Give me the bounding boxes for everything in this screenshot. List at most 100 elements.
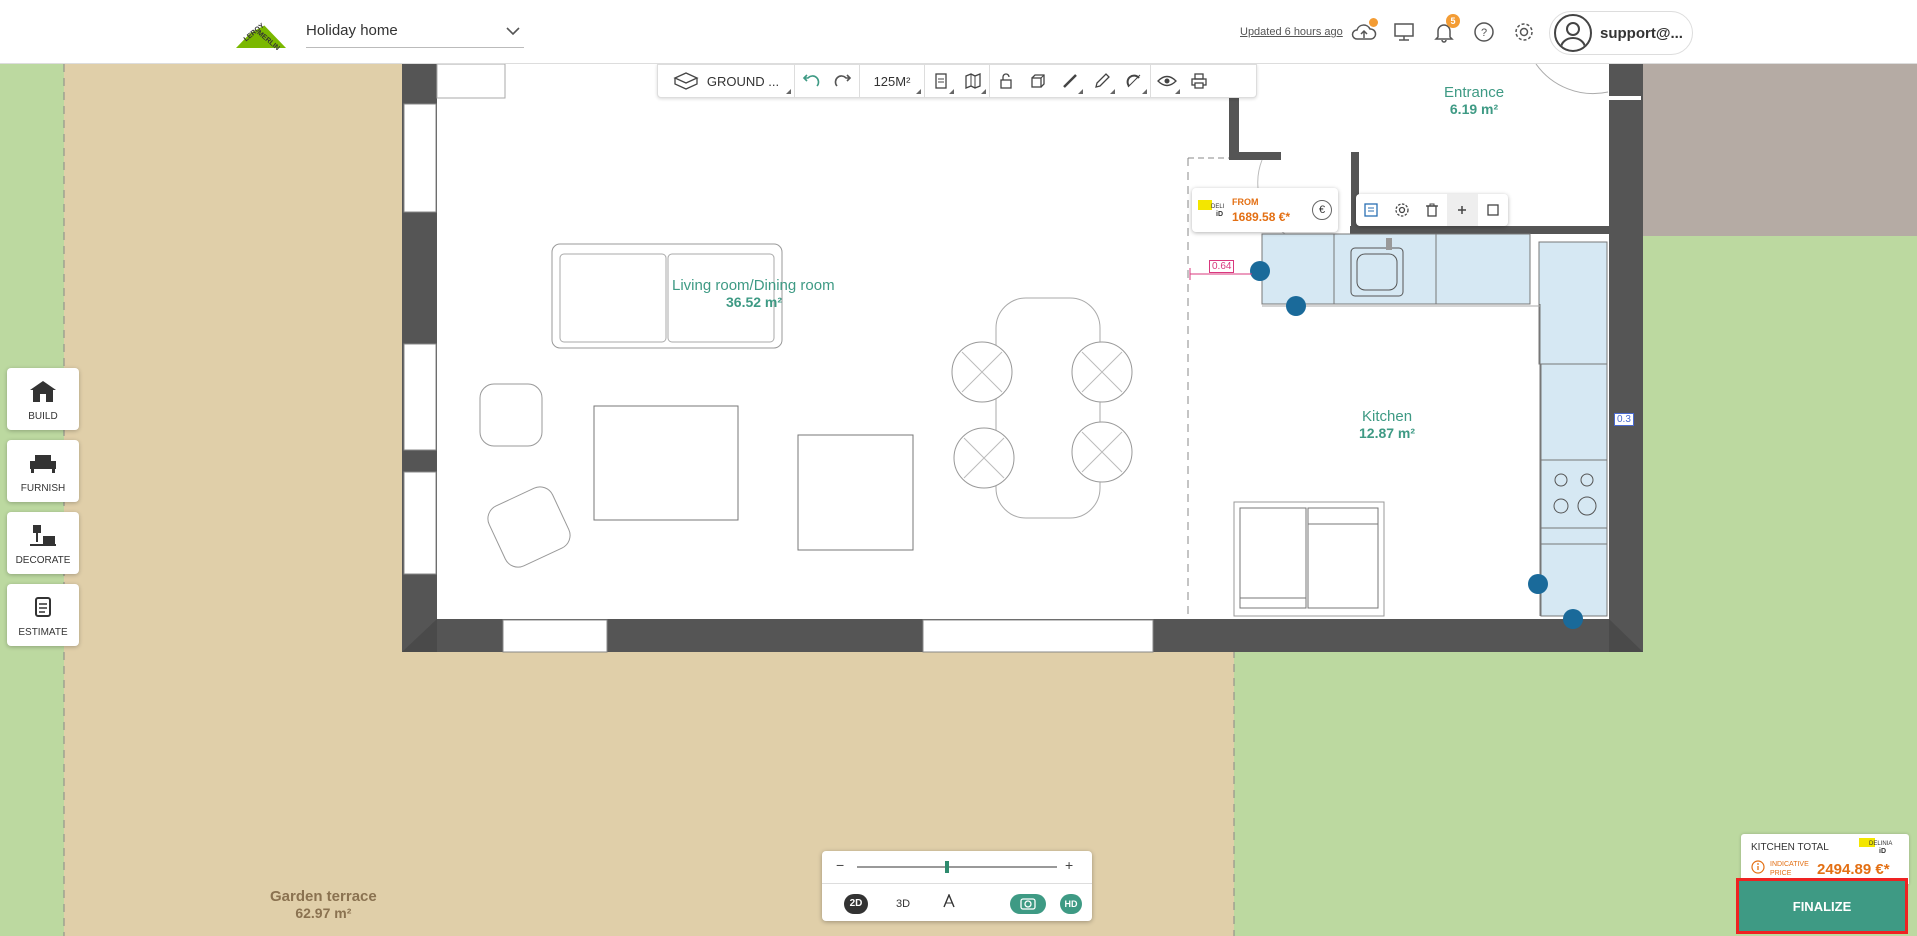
- floor-plan: [0, 64, 1917, 936]
- furnish-button[interactable]: FURNISH: [7, 440, 79, 502]
- cloud-save-button[interactable]: [1350, 18, 1378, 46]
- item-settings-button[interactable]: [1386, 194, 1416, 226]
- finalize-button[interactable]: FINALIZE: [1736, 878, 1908, 934]
- gear-icon: [1515, 23, 1533, 41]
- undo-icon: [802, 74, 820, 87]
- zoom-slider-thumb[interactable]: [945, 861, 949, 873]
- map-button[interactable]: [957, 64, 989, 98]
- room-label-living[interactable]: Living room/Dining room: [672, 277, 835, 294]
- pen-button[interactable]: [1086, 64, 1118, 98]
- room-label-kitchen[interactable]: Kitchen 12.87 m²: [1359, 408, 1415, 441]
- avatar: [1554, 14, 1592, 52]
- updated-link[interactable]: Updated 6 hours ago: [1240, 26, 1343, 38]
- decorate-label: DECORATE: [15, 555, 71, 566]
- notification-badge: 5: [1446, 14, 1460, 28]
- chevron-down-icon: [506, 27, 520, 36]
- zoom-slider[interactable]: [857, 861, 1057, 873]
- user-icon: [1560, 22, 1586, 49]
- view-2d-button[interactable]: 2D: [844, 894, 868, 914]
- help-icon: ?: [1474, 22, 1494, 42]
- monitor-icon: [1394, 23, 1414, 41]
- document-button[interactable]: [925, 64, 957, 98]
- print-button[interactable]: [1183, 64, 1215, 98]
- resize-item-button[interactable]: [1478, 194, 1508, 226]
- measurement-left[interactable]: 0.64: [1209, 260, 1235, 273]
- unsaved-dot: [1369, 18, 1378, 27]
- selection-handle: [1528, 574, 1548, 594]
- compass-icon: [943, 893, 955, 908]
- item-price-popup[interactable]: DELINIAiD FROM 1689.58 €* €: [1192, 188, 1338, 232]
- room-name: Living room/Dining room: [672, 277, 835, 294]
- document-icon: [935, 73, 947, 89]
- replace-item-button[interactable]: [1356, 194, 1386, 226]
- kitchen-total-label: KITCHEN TOTAL: [1751, 842, 1829, 853]
- delete-item-button[interactable]: [1417, 194, 1447, 226]
- house-icon: [30, 381, 56, 402]
- camera-icon: [1020, 898, 1036, 910]
- undo-button[interactable]: [795, 64, 827, 98]
- floor-selector[interactable]: GROUND ...: [658, 64, 794, 98]
- kitchen-total-price: 2494.89 €*: [1817, 861, 1890, 878]
- app-header: LEROY MERLIN Holiday home Updated 6 hour…: [0, 0, 1917, 64]
- presentation-button[interactable]: [1390, 18, 1418, 46]
- lamp-icon: [30, 525, 56, 546]
- item-actions: [1356, 194, 1508, 226]
- info-icon[interactable]: [1751, 860, 1765, 874]
- view-3d-button[interactable]: 3D: [896, 894, 910, 914]
- from-label: FROM: [1232, 197, 1259, 207]
- floor-label: GROUND ...: [706, 73, 780, 89]
- kitchen-total-panel: KITCHEN TOTAL DELINIA iD INDICATIVE PRICE…: [1741, 834, 1909, 884]
- zoom-in-button[interactable]: +: [1065, 857, 1073, 873]
- furnish-label: FURNISH: [20, 483, 66, 494]
- item-price: 1689.58 €*: [1232, 210, 1291, 224]
- selection-handle: [1286, 296, 1306, 316]
- area-label: 125M²: [873, 73, 911, 89]
- leroy-merlin-logo[interactable]: LEROY MERLIN: [234, 16, 288, 50]
- room-area: 36.52 m²: [726, 294, 783, 310]
- magnet-icon: [1126, 74, 1141, 88]
- estimate-button[interactable]: ESTIMATE: [7, 584, 79, 646]
- visibility-button[interactable]: [1151, 64, 1183, 98]
- build-button[interactable]: BUILD: [7, 368, 79, 430]
- redo-button[interactable]: [827, 64, 859, 98]
- room-name: Garden terrace: [270, 888, 377, 905]
- sofa-icon: [30, 455, 56, 473]
- settings-button[interactable]: [1510, 18, 1538, 46]
- plan-canvas[interactable]: Living room/Dining room 36.52 m² Entranc…: [0, 64, 1917, 936]
- add-item-button[interactable]: [1447, 194, 1478, 226]
- decorate-button[interactable]: DECORATE: [7, 512, 79, 574]
- area-button[interactable]: 125M²: [860, 64, 924, 98]
- price-details-button[interactable]: €: [1312, 200, 1332, 220]
- gear-icon: [1394, 203, 1409, 217]
- view-panel: − + 2D 3D HD: [822, 851, 1092, 921]
- zoom-out-button[interactable]: −: [836, 857, 844, 873]
- walls-button[interactable]: [1022, 64, 1054, 98]
- snapshot-button[interactable]: [1010, 894, 1046, 914]
- svg-text:iD: iD: [1879, 848, 1886, 854]
- svg-text:DELINIA: DELINIA: [1869, 841, 1892, 847]
- selection-handle: [1563, 609, 1583, 629]
- lock-button[interactable]: [990, 64, 1022, 98]
- svg-text:iD: iD: [1216, 211, 1223, 218]
- magnet-button[interactable]: [1118, 64, 1150, 98]
- svg-text:?: ?: [1481, 27, 1487, 39]
- room-label-entrance[interactable]: Entrance 6.19 m²: [1444, 84, 1504, 117]
- delinia-logo: DELINIAiD: [1859, 838, 1892, 854]
- notifications-button[interactable]: 5: [1430, 14, 1460, 46]
- svg-text:DELINIA: DELINIA: [1211, 204, 1224, 210]
- trash-icon: [1426, 203, 1439, 217]
- build-label: BUILD: [28, 411, 58, 422]
- project-selector[interactable]: Holiday home: [306, 22, 524, 48]
- measurement-right[interactable]: 0.3: [1614, 413, 1634, 426]
- redo-icon: [834, 74, 852, 87]
- room-label-garden[interactable]: Garden terrace 62.97 m²: [270, 888, 377, 921]
- walk-view-button[interactable]: [942, 893, 956, 914]
- help-button[interactable]: ?: [1470, 18, 1498, 46]
- map-icon: [965, 73, 981, 89]
- hd-render-button[interactable]: HD: [1060, 894, 1082, 914]
- plan-toolbar: GROUND ... 125M²: [657, 64, 1257, 98]
- draw-wall-button[interactable]: [1054, 64, 1086, 98]
- cart-icon: [35, 597, 51, 617]
- room-name: Entrance: [1444, 84, 1505, 101]
- user-menu[interactable]: support@...: [1549, 11, 1693, 55]
